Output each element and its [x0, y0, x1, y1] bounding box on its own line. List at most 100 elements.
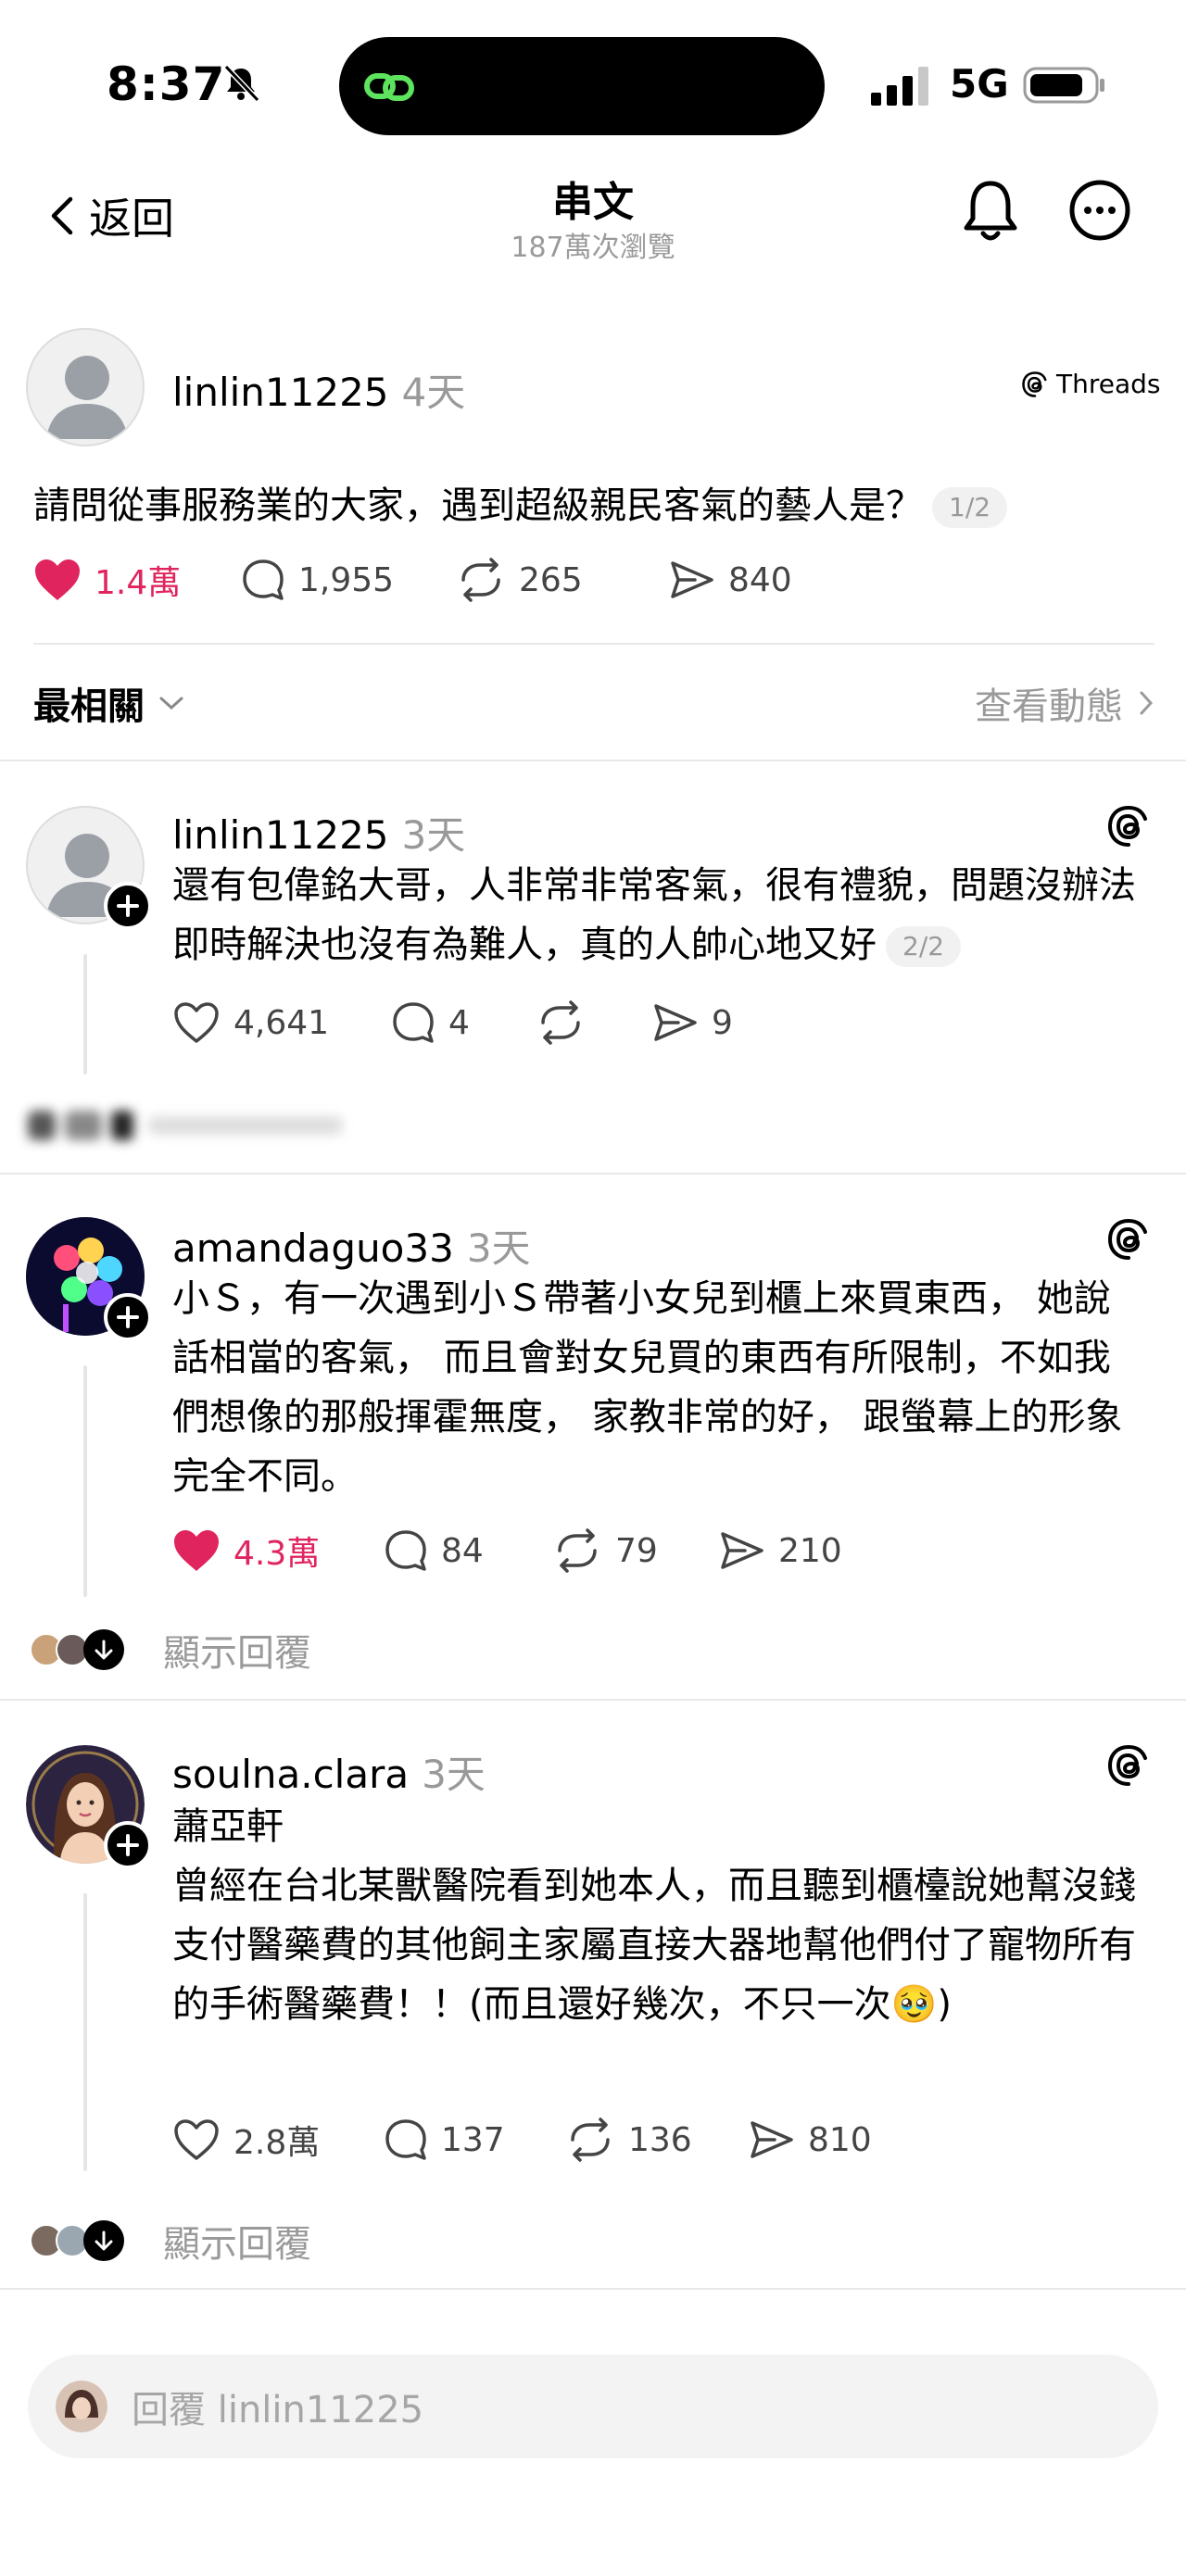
- share-button[interactable]: 810: [749, 2117, 872, 2162]
- threads-logo-icon: [1022, 371, 1047, 397]
- like-button[interactable]: 4.3萬: [172, 1527, 384, 1575]
- reply-username[interactable]: soulna.clara: [172, 1752, 409, 1797]
- comment-button[interactable]: 84: [384, 1528, 552, 1573]
- reply-username-row: linlin11225 3天: [172, 804, 465, 861]
- reply-username[interactable]: linlin11225: [172, 812, 389, 858]
- repost-icon: [558, 1528, 597, 1573]
- repost-count: 265: [519, 560, 583, 599]
- reply-input[interactable]: 回覆 linlin11225: [28, 2355, 1158, 2458]
- share-button[interactable]: 210: [719, 1528, 842, 1573]
- emoji: 🥹: [890, 1983, 938, 2026]
- arrow-down-icon: [83, 2220, 124, 2261]
- sort-dropdown[interactable]: 最相關: [33, 676, 185, 730]
- show-replies-label[interactable]: 顯示回覆: [163, 2214, 311, 2268]
- comment-button[interactable]: 4: [391, 1000, 536, 1045]
- comment-button[interactable]: 1,955: [241, 558, 456, 602]
- show-replies-row[interactable]: 顯示回覆: [30, 2214, 311, 2268]
- divider: [0, 2288, 1186, 2290]
- more-options-icon[interactable]: [1067, 178, 1132, 243]
- main-post-username[interactable]: linlin11225: [172, 370, 389, 415]
- threads-logo-icon[interactable]: [1106, 1217, 1151, 1262]
- sort-label: 最相關: [33, 685, 145, 728]
- default-user-icon: [46, 356, 128, 439]
- follow-plus-button[interactable]: [104, 882, 152, 930]
- share-button[interactable]: 9: [652, 1000, 733, 1045]
- chevron-right-icon: [1140, 691, 1154, 715]
- like-count: 4,641: [233, 1003, 330, 1042]
- divider: [0, 1173, 1186, 1175]
- share-count: 840: [728, 560, 792, 599]
- threads-logo-icon[interactable]: [1106, 1743, 1151, 1788]
- show-replies-label[interactable]: 顯示回覆: [163, 1623, 311, 1677]
- reply-body: 曾經在台北某獸醫院看到她本人，而且聽到櫃檯說她幫沒錢支付醫藥費的其他飼主家屬直接…: [172, 1865, 1136, 2026]
- current-user-avatar: [56, 2381, 107, 2432]
- reply-text: 還有包偉銘大哥，人非常非常客氣，很有禮貌，問題沒辦法即時解決也沒有為難人，真的人…: [172, 856, 1145, 974]
- plus-icon: [117, 895, 139, 917]
- main-post-actions: 1.4萬 1,955 265 840: [33, 556, 792, 604]
- bell-icon[interactable]: [960, 178, 1021, 245]
- reply-time: 3天: [401, 812, 466, 858]
- comment-count: 137: [441, 2120, 505, 2159]
- divider: [0, 1699, 1186, 1701]
- reply-time: 3天: [466, 1225, 531, 1271]
- comment-button[interactable]: 137: [384, 2117, 565, 2162]
- reply-username[interactable]: amandaguo33: [172, 1225, 454, 1271]
- share-count: 810: [808, 2120, 872, 2159]
- blurred-reply-preview: [28, 1107, 343, 1144]
- threads-source-tag: Threads: [1021, 369, 1161, 399]
- plus-icon: [117, 1834, 139, 1856]
- divider: [33, 643, 1154, 645]
- share-count: 9: [712, 1003, 733, 1042]
- repost-icon: [571, 2117, 610, 2162]
- share-icon: [751, 2121, 793, 2158]
- follow-plus-button[interactable]: [104, 1293, 152, 1341]
- arrow-down-icon: [83, 1629, 124, 1670]
- view-activity-label: 查看動態: [975, 685, 1123, 728]
- reply-text: 小Ｓ，有一次遇到小Ｓ帶著小女兒到櫃上來買東西， 她說話相當的客氣， 而且會對女兒…: [172, 1277, 1123, 1498]
- repost-button[interactable]: 265: [456, 558, 669, 602]
- plus-icon: [117, 1306, 139, 1328]
- reply-placeholder: 回覆 linlin11225: [132, 2389, 424, 2431]
- like-button[interactable]: 4,641: [172, 1000, 391, 1045]
- repost-icon: [461, 558, 500, 602]
- show-replies-row[interactable]: 顯示回覆: [30, 1623, 311, 1677]
- comment-icon: [243, 559, 284, 600]
- repost-icon: [541, 1000, 580, 1045]
- view-activity-link[interactable]: 查看動態: [975, 676, 1154, 730]
- heart-outline-icon: [174, 1002, 219, 1043]
- page-badge: 2/2: [886, 926, 962, 967]
- reply-body-tail: ): [937, 1983, 953, 2026]
- network-type: 5G: [950, 61, 1009, 107]
- comment-count: 1,955: [298, 560, 395, 599]
- main-post-avatar[interactable]: [26, 328, 145, 446]
- threads-logo-icon[interactable]: [1106, 804, 1151, 848]
- like-button[interactable]: 1.4萬: [33, 556, 241, 604]
- share-button[interactable]: 840: [669, 558, 792, 602]
- reply-actions: 4,641 4 9: [172, 1000, 733, 1045]
- heart-filled-icon: [35, 559, 80, 600]
- share-count: 210: [778, 1531, 842, 1570]
- follow-plus-button[interactable]: [104, 1821, 152, 1869]
- battery-icon: [1023, 67, 1104, 104]
- link-app-icon: [364, 73, 414, 101]
- like-button[interactable]: 2.8萬: [172, 2116, 384, 2164]
- reply-time: 3天: [422, 1752, 486, 1797]
- reply-actions: 4.3萬 84 79 210: [172, 1527, 842, 1575]
- comment-icon: [393, 1002, 434, 1043]
- like-count: 2.8萬: [233, 2124, 321, 2162]
- main-post-username-row: linlin11225 4天: [172, 361, 465, 418]
- main-post-text: 請問從事服務業的大家，遇到超級親民客氣的藝人是？ 1/2: [33, 476, 1154, 535]
- reply-text: 曾經在台北某獸醫院看到她本人，而且聽到櫃檯說她幫沒錢支付醫藥費的其他飼主家屬直接…: [172, 1856, 1145, 2034]
- share-icon: [671, 561, 713, 598]
- comment-count: 84: [441, 1531, 484, 1570]
- bell-muted-icon: [223, 64, 260, 103]
- sort-bar: 最相關 查看動態: [33, 667, 1154, 741]
- thread-line: [83, 1365, 87, 1597]
- heart-filled-icon: [174, 1530, 219, 1571]
- status-time: 8:37: [107, 57, 226, 111]
- repost-button[interactable]: 136: [565, 2117, 749, 2162]
- repost-button[interactable]: 79: [552, 1528, 719, 1573]
- repost-count: 79: [615, 1531, 658, 1570]
- reply-username-row: soulna.clara 3天: [172, 1743, 486, 1800]
- repost-button[interactable]: [536, 1000, 652, 1045]
